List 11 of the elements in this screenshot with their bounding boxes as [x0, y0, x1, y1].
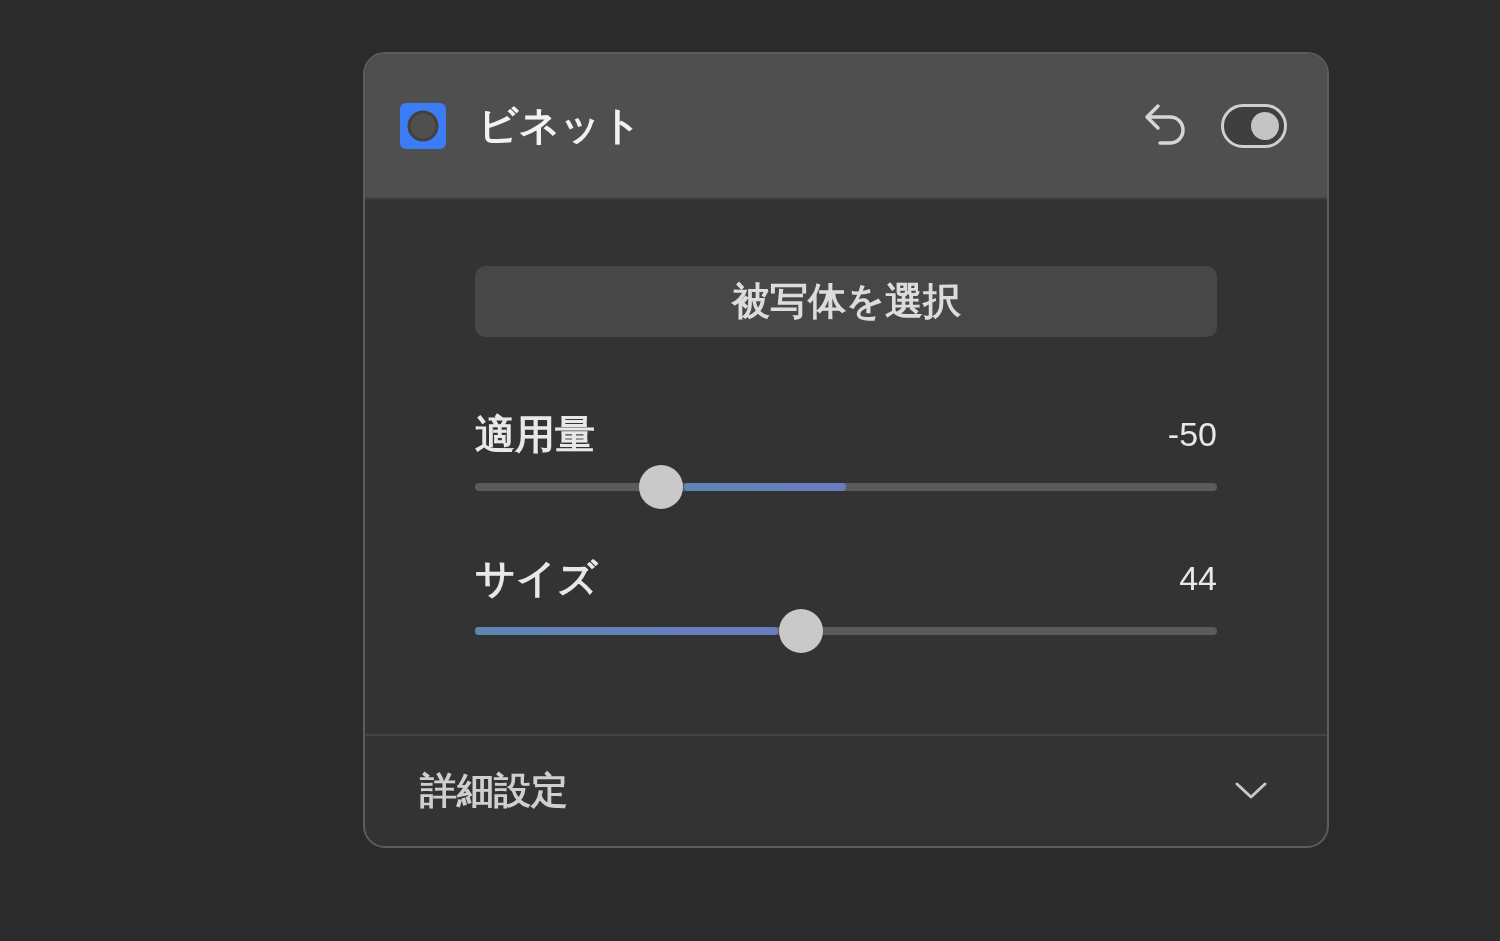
ring-icon	[400, 102, 446, 149]
advanced-settings-expander[interactable]: 詳細設定	[365, 736, 1327, 846]
slider-thumb[interactable]	[638, 465, 683, 509]
slider-value: 44	[1179, 558, 1217, 598]
slider-value: -50	[1167, 414, 1217, 454]
panel-title: ビネット	[478, 101, 642, 150]
select-subject-button[interactable]: 被写体を選択	[475, 266, 1217, 337]
toggle-switch[interactable]	[1221, 103, 1287, 148]
slider-thumb[interactable]	[779, 609, 824, 653]
slider-label: サイズ	[475, 553, 598, 603]
slider-label: 適用量	[475, 409, 595, 459]
